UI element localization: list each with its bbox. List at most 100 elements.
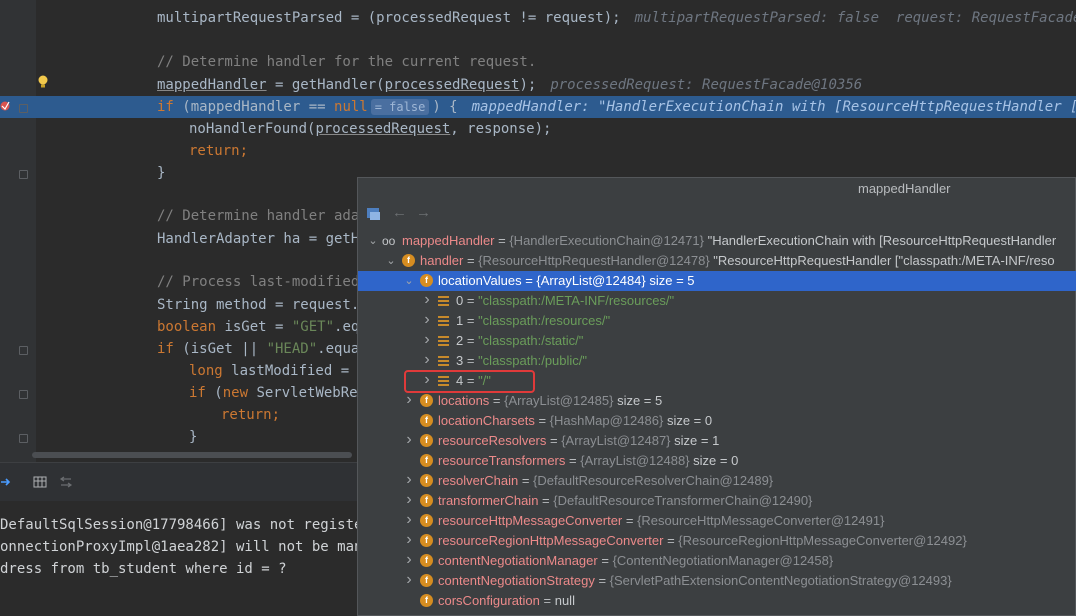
- tree-node-handler[interactable]: ⌄ f handler = {ResourceHttpRequestHandler@…: [358, 251, 1076, 271]
- field-icon: f: [420, 594, 433, 607]
- fold-marker-icon[interactable]: [19, 390, 28, 399]
- variable-name: resourceRegionHttpMessageConverter: [438, 533, 664, 548]
- code-line: String method = request.g: [157, 297, 368, 313]
- tree-node-resourceresolvers[interactable]: › f resourceResolvers = {ArrayList@12487} …: [358, 431, 1076, 451]
- tree-node-locationvalues[interactable]: ⌄ f locationValues = {ArrayList@12484} siz…: [358, 271, 1076, 291]
- variable-type: {ContentNegotiationManager@12458}: [612, 553, 834, 568]
- collapse-chevron-icon[interactable]: ⌄: [386, 251, 396, 271]
- expand-chevron-icon[interactable]: ›: [404, 430, 414, 450]
- code-line: if (isGet || "HEAD".equal: [157, 341, 368, 357]
- code-line: if (new ServletWebReq: [189, 385, 367, 401]
- tree-node-0[interactable]: › 0 = "classpath:/META-INF/resources/": [358, 291, 1076, 311]
- tree-node-locations[interactable]: › f locations = {ArrayList@12485} size = 5: [358, 391, 1076, 411]
- variable-value: size = 5: [649, 273, 695, 288]
- variable-name: resourceHttpMessageConverter: [438, 513, 623, 528]
- tree-node-locationcharsets[interactable]: f locationCharsets = {HashMap@12486} size…: [358, 411, 1076, 431]
- expand-chevron-icon[interactable]: ›: [422, 350, 432, 370]
- variable-type: {ResourceRegionHttpMessageConverter@1249…: [678, 533, 967, 548]
- fold-marker-icon[interactable]: [19, 170, 28, 179]
- console-panel[interactable]: DefaultSqlSession@17798466] was not regi…: [0, 462, 388, 616]
- variable-type: {HandlerExecutionChain@12471}: [509, 233, 708, 248]
- console-line: onnectionProxyImpl@1aea282] will not be …: [0, 539, 388, 555]
- variable-name: handler: [420, 253, 464, 268]
- tree-node-transformerchain[interactable]: › f transformerChain = {DefaultResourceTra…: [358, 491, 1076, 511]
- step-over-icon[interactable]: [0, 475, 14, 489]
- restore-layout-icon[interactable]: [59, 475, 73, 489]
- variable-name: locationCharsets: [438, 413, 535, 428]
- variable-value: null: [554, 593, 575, 608]
- variable-value: size = 5: [617, 393, 663, 408]
- code-line: }: [157, 165, 166, 181]
- tree-node-resolverchain[interactable]: › f resolverChain = {DefaultResourceResolv…: [358, 471, 1076, 491]
- breakpoint-icon[interactable]: [0, 100, 10, 112]
- tree-node-3[interactable]: › 3 = "classpath:/public/": [358, 351, 1076, 371]
- tree-node-contentnegotiationmanager[interactable]: › f contentNegotiationManager = {ContentNe…: [358, 551, 1076, 571]
- field-icon: f: [420, 434, 433, 447]
- expand-chevron-icon[interactable]: ›: [404, 490, 414, 510]
- collapse-chevron-icon[interactable]: ⌄: [368, 231, 378, 251]
- highlight-annotation-box: [404, 370, 535, 393]
- lightbulb-icon[interactable]: [37, 75, 49, 89]
- variable-value: "classpath:/public/": [478, 353, 588, 368]
- variable-type: {ArrayList@12484}: [536, 273, 650, 288]
- code-line: return;: [189, 143, 249, 159]
- variable-type: {ArrayList@12488}: [580, 453, 694, 468]
- code-line: multipartRequestParsed = (processedReque…: [157, 10, 1076, 26]
- tree-node-resourceregionhttpmessageconverter[interactable]: › f resourceRegionHttpMessageConverter = {…: [358, 531, 1076, 551]
- expand-chevron-icon[interactable]: ›: [422, 290, 432, 310]
- tree-node-2[interactable]: › 2 = "classpath:/static/": [358, 331, 1076, 351]
- tree-node-resourcehttpmessageconverter[interactable]: › f resourceHttpMessageConverter = {Resour…: [358, 511, 1076, 531]
- fold-marker-icon[interactable]: [19, 434, 28, 443]
- tree-node-resourcetransformers[interactable]: f resourceTransformers = {ArrayList@12488…: [358, 451, 1076, 471]
- expand-chevron-icon[interactable]: ›: [404, 550, 414, 570]
- fold-marker-icon[interactable]: [19, 104, 28, 113]
- expand-chevron-icon[interactable]: ›: [404, 470, 414, 490]
- tree-node-corsconfiguration[interactable]: f corsConfiguration = null: [358, 591, 1076, 611]
- expand-chevron-icon[interactable]: ›: [422, 310, 432, 330]
- variable-name: contentNegotiationStrategy: [438, 573, 595, 588]
- console-toolbar: [0, 462, 360, 501]
- tree-node-mappedhandler[interactable]: ⌄ oo mappedHandler = {HandlerExecutionChai…: [358, 231, 1076, 251]
- variable-name: resourceResolvers: [438, 433, 547, 448]
- expand-chevron-icon[interactable]: ›: [404, 390, 414, 410]
- variable-value: "classpath:/META-INF/resources/": [478, 293, 675, 308]
- watch-expression-icon: oo: [382, 234, 396, 248]
- fold-marker-icon[interactable]: [19, 346, 28, 355]
- tree-node-contentnegotiationstrategy[interactable]: › f contentNegotiationStrategy = {ServletP…: [358, 571, 1076, 591]
- code-comment: // Determine handler adap: [157, 208, 368, 224]
- expand-chevron-icon[interactable]: ›: [404, 530, 414, 550]
- editor-gutter[interactable]: [0, 0, 36, 462]
- array-element-icon: [438, 316, 449, 326]
- variable-name: resolverChain: [438, 473, 519, 488]
- field-icon: f: [420, 474, 433, 487]
- variable-type: {ResourceHttpMessageConverter@12491}: [637, 513, 885, 528]
- field-icon: f: [420, 414, 433, 427]
- variable-value: size = 0: [666, 413, 713, 428]
- inline-value-badge: = false: [370, 99, 430, 115]
- field-icon: f: [420, 554, 433, 567]
- variable-type: {ServletPathExtensionContentNegotiationS…: [609, 573, 952, 588]
- field-icon: f: [420, 494, 433, 507]
- variable-inspector-popup[interactable]: mappedHandler ← → ⌄ oo mappedHandler = {Ha…: [357, 177, 1076, 616]
- table-icon[interactable]: [33, 475, 47, 489]
- variable-name: corsConfiguration: [438, 593, 540, 608]
- variable-value: size = 0: [693, 453, 739, 468]
- horizontal-scrollbar[interactable]: [32, 452, 352, 458]
- tree-node-1[interactable]: › 1 = "classpath:/resources/": [358, 311, 1076, 331]
- collapse-chevron-icon[interactable]: ⌄: [404, 271, 414, 291]
- field-icon: f: [420, 454, 433, 467]
- back-arrow-icon[interactable]: ←: [392, 204, 407, 221]
- watch-icon[interactable]: [366, 207, 381, 221]
- array-element-icon: [438, 336, 449, 346]
- variable-type: {DefaultResourceResolverChain@12489}: [533, 473, 774, 488]
- variable-type: {DefaultResourceTransformerChain@12490}: [553, 493, 813, 508]
- field-icon: f: [420, 394, 433, 407]
- code-comment: // Process last-modified: [157, 274, 360, 290]
- code-comment: // Determine handler for the current req…: [157, 54, 537, 70]
- expand-chevron-icon[interactable]: ›: [404, 570, 414, 590]
- expand-chevron-icon[interactable]: ›: [422, 330, 432, 350]
- variable-name: locations: [438, 393, 490, 408]
- expand-chevron-icon[interactable]: ›: [404, 510, 414, 530]
- forward-arrow-icon[interactable]: →: [416, 204, 431, 221]
- code-line: noHandlerFound(processedRequest, respons…: [189, 121, 552, 137]
